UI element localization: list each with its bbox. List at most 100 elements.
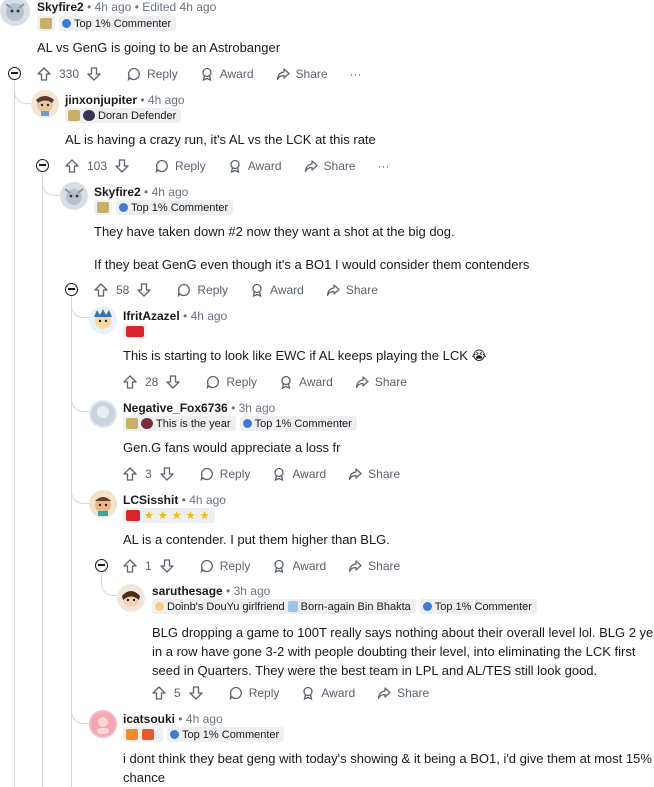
avatar[interactable] [0,0,30,26]
downvote-icon[interactable] [166,375,181,389]
username-text[interactable]: jinxonjupiter [65,93,137,107]
share-button[interactable]: Share [326,283,378,297]
share-button[interactable]: Share [304,159,356,173]
reply-icon [200,559,213,573]
avatar[interactable] [117,584,145,612]
reply-label: Reply [197,283,229,297]
flair-row: Top 1% Commenter [37,16,177,31]
reply-button[interactable]: Reply [229,686,279,700]
timestamp[interactable]: 4h ago [191,309,228,323]
more-options-button[interactable]: ··· [350,67,362,81]
upvote-icon[interactable] [123,559,137,573]
flair-row: This is the year Top 1% Commenter [123,416,357,431]
downvote-icon[interactable] [87,67,101,81]
username-text[interactable]: LCSisshit [123,493,178,507]
share-button[interactable]: Share [355,375,407,389]
username-text[interactable]: Negative_Fox6736 [123,401,228,415]
collapse-button[interactable] [36,159,49,172]
username-text[interactable]: IfritAzazel [123,309,180,323]
share-button[interactable]: Share [348,467,400,481]
flair-text: Top 1% Commenter [182,728,280,741]
avatar[interactable] [31,90,59,118]
separator: • [183,309,188,323]
avatar[interactable] [89,400,117,428]
downvote-icon[interactable] [160,467,174,481]
thread-line-l1[interactable] [42,172,43,787]
timestamp[interactable]: 4h ago [189,493,226,507]
username-text[interactable]: Skyfire2 [94,185,141,199]
downvote-icon[interactable] [189,686,203,700]
comment-body: AL is having a crazy run, it's AL vs the… [65,131,376,149]
separator: • [87,0,92,14]
timestamp[interactable]: 4h ago [148,93,185,107]
downvote-icon[interactable] [115,159,129,173]
comment-line: This is starting to look like EWC if AL … [123,348,487,363]
more-options-button[interactable]: ··· [378,159,390,173]
award-button[interactable]: Award [228,159,282,173]
reply-button[interactable]: Reply [127,67,178,81]
username[interactable]: Negative_Fox6736 • 3h ago [123,401,275,415]
share-button[interactable]: Share [348,559,400,573]
username[interactable]: icatsouki • 4h ago [123,712,223,726]
reply-label: Reply [226,375,258,389]
team-flair [94,200,112,215]
username-text[interactable]: Skyfire2 [37,0,84,14]
username-text[interactable]: icatsouki [123,712,175,726]
vote-count: 103 [87,159,108,173]
separator: • [140,93,145,107]
avatar[interactable] [89,710,117,738]
timestamp[interactable]: 4h ago [152,185,189,199]
share-icon [326,284,340,297]
upvote-icon[interactable] [152,686,166,700]
avatar[interactable] [60,182,88,210]
award-button[interactable]: Award [279,375,333,389]
username[interactable]: jinxonjupiter • 4h ago [65,93,185,107]
reply-button[interactable]: Reply [200,467,250,481]
flair-text: This is the year [156,417,231,430]
reply-button[interactable]: Reply [206,375,257,389]
downvote-icon[interactable] [160,559,174,573]
collapse-button[interactable] [65,283,78,296]
award-button[interactable]: Award [200,67,254,81]
reply-button[interactable]: Reply [200,559,250,573]
award-button[interactable]: Award [272,559,326,573]
username[interactable]: Skyfire2 • 4h ago • Edited 4h ago [37,0,216,14]
avatar[interactable] [89,490,117,518]
username[interactable]: saruthesage • 3h ago [152,584,270,598]
award-icon [252,283,262,297]
upvote-icon[interactable] [65,159,79,173]
timestamp[interactable]: 3h ago [239,401,276,415]
award-icon [230,159,240,173]
timestamp[interactable]: 3h ago [234,584,271,598]
share-button[interactable]: Share [377,686,429,700]
username[interactable]: Skyfire2 • 4h ago [94,185,188,199]
upvote-icon[interactable] [37,67,51,81]
share-button[interactable]: Share [276,67,328,81]
collapse-button[interactable] [95,559,108,572]
team-logo-icon [126,326,144,337]
username-text[interactable]: saruthesage [152,584,223,598]
upvote-icon[interactable] [123,375,137,389]
thread-line-l0[interactable] [14,80,15,787]
avatar[interactable] [89,306,117,334]
reply-button[interactable]: Reply [155,159,206,173]
reply-button[interactable]: Reply [177,283,228,297]
separator: • [226,584,231,598]
vote-count: 28 [145,375,159,389]
award-button[interactable]: Award [250,283,304,297]
comment-line: They have taken down #2 now they want a … [94,224,455,239]
upvote-icon[interactable] [94,283,108,297]
collapse-button[interactable] [8,67,21,80]
timestamp[interactable]: 4h ago [95,0,132,14]
award-button[interactable]: Award [272,467,326,481]
upvote-icon[interactable] [123,467,137,481]
user-flair: Doran Defender [65,108,182,123]
comment-body: BLG dropping a game to 100T really says … [152,623,654,680]
award-button[interactable]: Award [301,686,355,700]
team-flair [123,727,163,742]
team-logo-icon [126,418,138,429]
downvote-icon[interactable] [137,283,152,297]
username[interactable]: LCSisshit • 4h ago [123,493,226,507]
username[interactable]: IfritAzazel • 4h ago [123,309,227,323]
timestamp[interactable]: 4h ago [186,712,223,726]
